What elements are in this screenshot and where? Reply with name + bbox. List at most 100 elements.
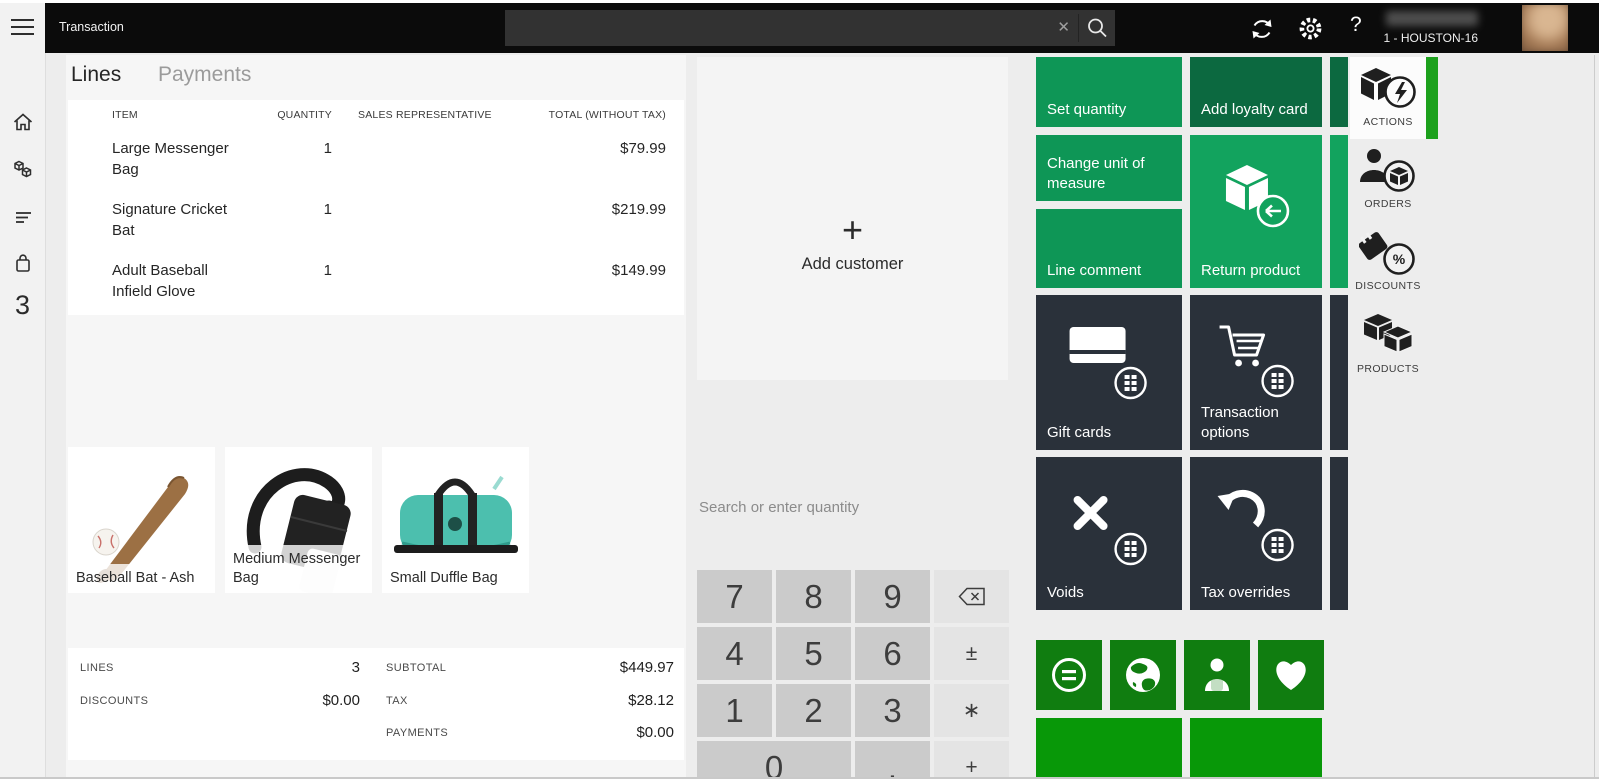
- rail-label: DISCOUNTS: [1355, 280, 1421, 292]
- tile-globe[interactable]: [1110, 640, 1176, 710]
- actions-icon: [1361, 68, 1416, 108]
- tile-sliver: [1330, 295, 1348, 450]
- svg-text:%: %: [1393, 251, 1406, 267]
- cell-quantity: 1: [323, 201, 332, 218]
- quantity-search-input[interactable]: [697, 490, 1012, 524]
- discounts-label: DISCOUNTS: [80, 695, 149, 707]
- search-box: ✕: [505, 10, 1115, 48]
- key-2[interactable]: 2: [776, 684, 851, 737]
- table-row[interactable]: Adult Baseball Infield Glove 1 $149.99: [68, 250, 684, 311]
- backspace-key[interactable]: [934, 570, 1009, 623]
- tile-return-product[interactable]: Return product: [1190, 135, 1322, 288]
- shopping-bag-icon[interactable]: [11, 251, 35, 275]
- undo-arrow-icon: [1217, 489, 1265, 528]
- plus-icon: +: [841, 209, 864, 250]
- discounts-value: $0.00: [322, 692, 360, 709]
- tile-set-quantity[interactable]: Set quantity: [1036, 57, 1182, 127]
- gear-icon[interactable]: [1297, 15, 1324, 47]
- key-4[interactable]: 4: [697, 627, 772, 680]
- tile-cropped[interactable]: [1190, 718, 1322, 777]
- rail-label: PRODUCTS: [1356, 363, 1420, 375]
- tile-cropped[interactable]: [1036, 718, 1182, 777]
- cell-item: Large Messenger Bag: [112, 140, 229, 178]
- key-8[interactable]: 8: [776, 570, 851, 623]
- register-id-label: 1 - HOUSTON-16: [1383, 31, 1478, 45]
- tile-loyalty[interactable]: [1258, 640, 1324, 710]
- col-header-total: TOTAL (WITHOUT TAX): [548, 109, 666, 121]
- tile-gift-cards[interactable]: Gift cards: [1036, 295, 1182, 450]
- key-3[interactable]: 3: [855, 684, 930, 737]
- tile-sliver: [1330, 135, 1348, 288]
- col-header-quantity: QUANTITY: [277, 109, 332, 121]
- add-customer-panel[interactable]: + Add customer: [697, 57, 1008, 380]
- tile-voids[interactable]: Voids: [1036, 457, 1182, 610]
- table-row[interactable]: Signature Cricket Bat 1 $219.99: [68, 189, 684, 250]
- rail-label: ORDERS: [1364, 198, 1412, 210]
- tile-tax-overrides[interactable]: Tax overrides: [1190, 457, 1322, 610]
- multiply-key[interactable]: ∗: [934, 684, 1009, 737]
- clear-search-icon[interactable]: ✕: [1057, 18, 1070, 36]
- hamburger-menu-icon[interactable]: [11, 19, 34, 35]
- cart-line-count-badge[interactable]: 3: [0, 290, 45, 321]
- rail-tab-actions[interactable]: ACTIONS: [1350, 57, 1426, 139]
- table-row[interactable]: Large Messenger Bag 1 $79.99: [68, 128, 684, 189]
- home-icon[interactable]: [11, 110, 35, 134]
- window-right-border: [1594, 55, 1595, 779]
- product-card[interactable]: Small Duffle Bag: [382, 447, 529, 593]
- decimal-key[interactable]: .: [855, 741, 930, 779]
- key-6[interactable]: 6: [855, 627, 930, 680]
- rail-tab-orders[interactable]: ORDERS: [1350, 139, 1426, 221]
- tile-transaction-options[interactable]: Transaction options: [1190, 295, 1322, 450]
- cell-total: $219.99: [611, 201, 666, 218]
- totals-panel: LINES 3 DISCOUNTS $0.00 SUBTOTAL $449.97…: [68, 648, 684, 760]
- tile-label: Gift cards: [1047, 424, 1112, 441]
- cell-item: Adult Baseball Infield Glove: [112, 262, 208, 300]
- tile-add-loyalty-card[interactable]: Add loyalty card: [1190, 57, 1322, 127]
- heart-icon: [1276, 661, 1306, 690]
- tile-customer[interactable]: [1184, 640, 1250, 710]
- lines-label: LINES: [80, 662, 114, 674]
- tile-line-comment[interactable]: Line comment: [1036, 209, 1182, 288]
- avatar[interactable]: [1522, 5, 1568, 51]
- person-icon: [1205, 658, 1229, 691]
- products-cubes-icon[interactable]: [11, 157, 35, 181]
- tile-label: Change unit of measure: [1047, 155, 1145, 192]
- key-0[interactable]: 0: [697, 741, 851, 779]
- tab-lines[interactable]: Lines: [71, 63, 121, 87]
- rail-tab-discounts[interactable]: % DISCOUNTS: [1350, 221, 1426, 303]
- key-5[interactable]: 5: [776, 627, 851, 680]
- tile-list-circle[interactable]: [1036, 640, 1102, 710]
- backspace-icon: [957, 587, 985, 606]
- payments-value: $0.00: [636, 724, 674, 741]
- help-icon[interactable]: ?: [1350, 13, 1362, 37]
- submenu-grid-icon: [1261, 364, 1294, 398]
- refresh-icon[interactable]: [1248, 15, 1276, 48]
- tile-label: Line comment: [1047, 262, 1142, 279]
- rail-tab-products[interactable]: PRODUCTS: [1350, 304, 1426, 386]
- col-header-sales-rep: SALES REPRESENTATIVE: [358, 109, 492, 121]
- plus-minus-key[interactable]: ±: [934, 627, 1009, 680]
- cell-quantity: 1: [323, 262, 332, 279]
- key-9[interactable]: 9: [855, 570, 930, 623]
- active-rail-indicator: [1426, 57, 1438, 139]
- tile-label: Set quantity: [1047, 101, 1127, 118]
- product-card-label: Baseball Bat - Ash: [68, 564, 215, 593]
- key-1[interactable]: 1: [697, 684, 772, 737]
- credit-card-icon: [1069, 327, 1126, 363]
- lines-table: ITEM QUANTITY SALES REPRESENTATIVE TOTAL…: [68, 100, 684, 315]
- submenu-grid-icon: [1114, 366, 1147, 400]
- cell-quantity: 1: [323, 140, 332, 157]
- tile-label: Add loyalty card: [1201, 101, 1308, 118]
- key-7[interactable]: 7: [697, 570, 772, 623]
- plus-key[interactable]: +: [934, 741, 1009, 779]
- search-icon[interactable]: [1084, 15, 1110, 46]
- tax-value: $28.12: [628, 692, 674, 709]
- search-input[interactable]: [513, 10, 1037, 48]
- product-card[interactable]: Baseball Bat - Ash: [68, 447, 215, 593]
- tab-payments[interactable]: Payments: [158, 63, 251, 87]
- product-card[interactable]: Medium Messenger Bag: [225, 447, 372, 598]
- journal-lines-icon[interactable]: [11, 205, 35, 229]
- tile-sliver: [1330, 457, 1348, 610]
- tile-change-unit-of-measure[interactable]: Change unit of measure: [1036, 135, 1182, 201]
- tile-sliver: [1330, 57, 1348, 127]
